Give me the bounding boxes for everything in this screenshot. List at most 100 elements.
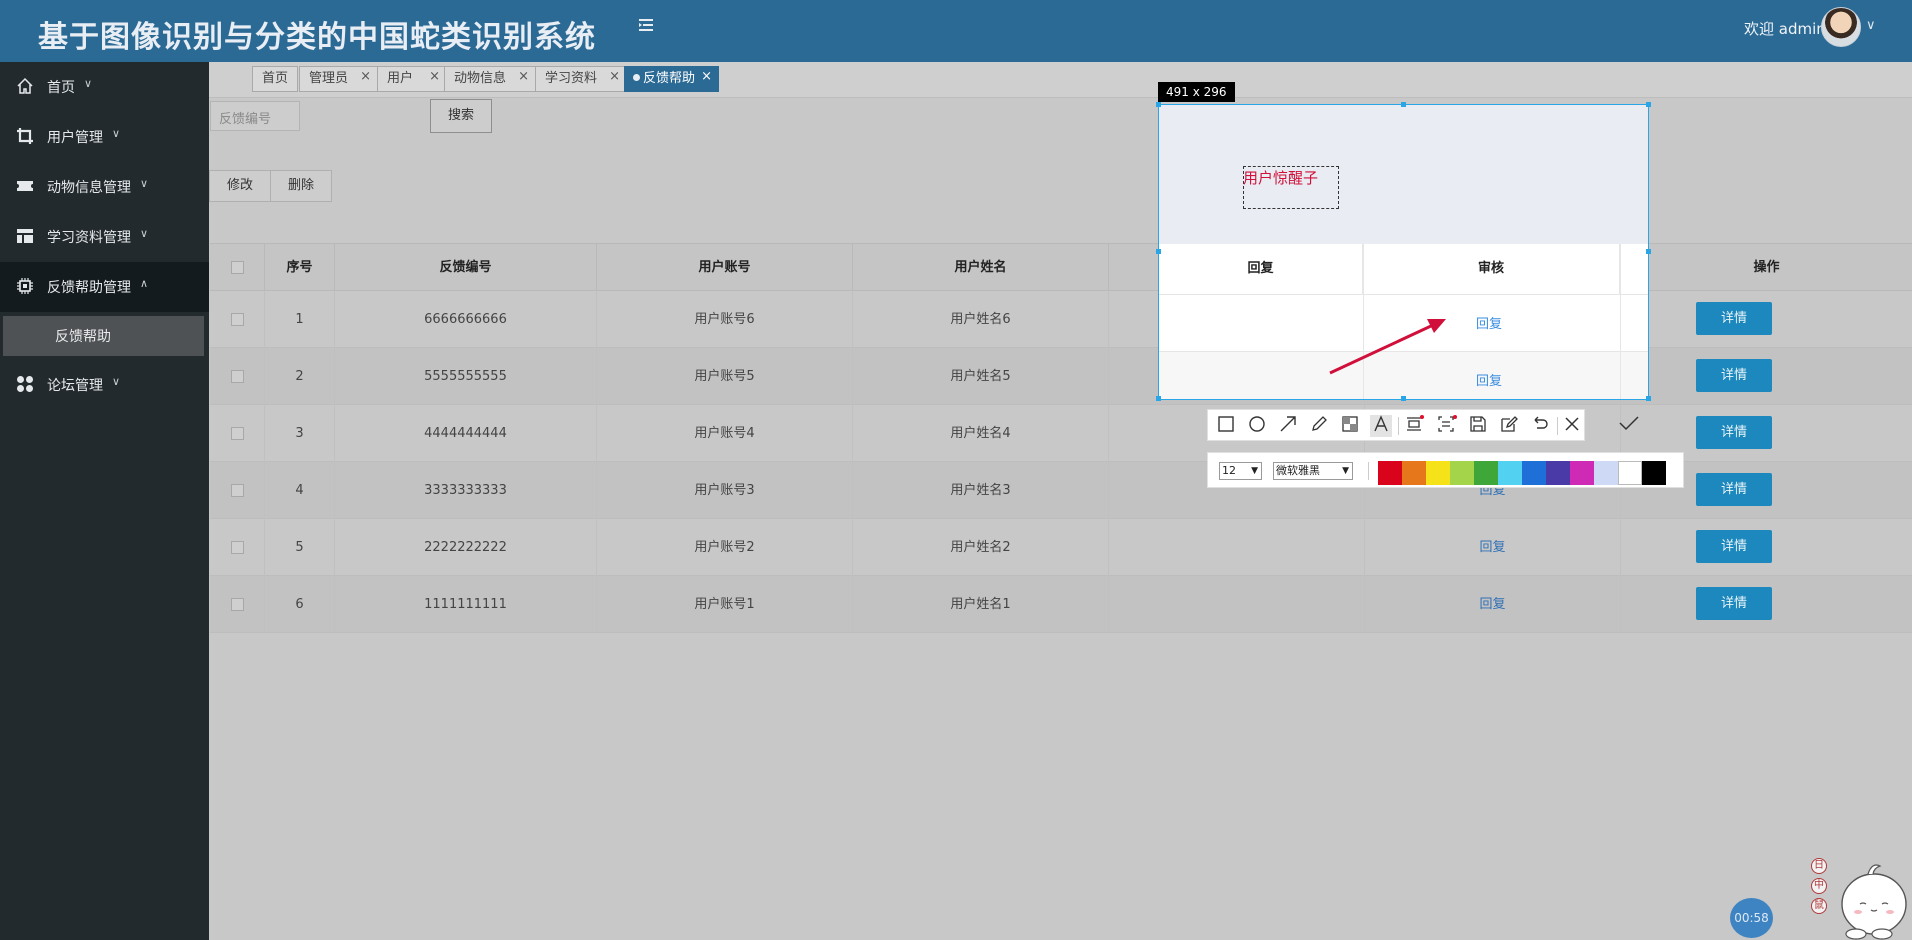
save-icon[interactable] — [1467, 415, 1489, 437]
pin-icon[interactable] — [1404, 415, 1426, 437]
pen-icon[interactable] — [1308, 415, 1330, 437]
avatar[interactable] — [1821, 7, 1861, 47]
detail-button[interactable]: 详情 — [1696, 302, 1772, 335]
close-icon[interactable]: × — [518, 65, 529, 89]
color-swatch[interactable] — [1498, 461, 1522, 485]
sidebar-item-study[interactable]: 学习资料管理 ∨ — [0, 212, 209, 262]
detail-button[interactable]: 详情 — [1696, 416, 1772, 449]
table-row: 6 1111111111 用户账号1 用户姓名1 回复 详情 — [210, 576, 1912, 633]
tab-admin[interactable]: 管理员 × — [299, 66, 378, 92]
chip-icon — [17, 278, 33, 294]
edit-icon[interactable] — [1498, 415, 1520, 437]
edit-button[interactable]: 修改 — [209, 170, 271, 202]
feedback-code-search-input[interactable]: 反馈编号 — [210, 101, 300, 131]
crop-icon — [17, 128, 33, 144]
color-swatch[interactable] — [1546, 461, 1570, 485]
resize-handle[interactable] — [1156, 396, 1161, 401]
screenshot-capture-region[interactable]: 用户惊醒子 回复 审核 回复 回复 — [1158, 104, 1649, 400]
resize-handle[interactable] — [1401, 102, 1406, 107]
row-checkbox[interactable] — [230, 598, 244, 611]
capture-toolbar — [1207, 409, 1585, 441]
resize-handle[interactable] — [1646, 249, 1651, 254]
color-swatch[interactable] — [1378, 461, 1402, 485]
detail-button[interactable]: 详情 — [1696, 587, 1772, 620]
row-checkbox[interactable] — [230, 370, 244, 383]
sidebar-item-home[interactable]: 首页 ∨ — [0, 62, 209, 112]
row-checkbox[interactable] — [230, 427, 244, 440]
tab-animal[interactable]: 动物信息 × — [444, 66, 536, 92]
color-swatch[interactable] — [1642, 461, 1666, 485]
sidebar-subitem-label: 反馈帮助 — [55, 329, 111, 345]
ellipse-icon[interactable] — [1246, 415, 1268, 437]
detail-button[interactable]: 详情 — [1696, 530, 1772, 563]
close-icon[interactable] — [1561, 415, 1583, 437]
toolbar-divider — [1557, 417, 1558, 435]
column-header: 操作 — [1753, 260, 1780, 275]
close-icon[interactable]: × — [360, 65, 371, 89]
action-cell: 详情 — [1621, 291, 1912, 348]
sidebar-item-feedback[interactable]: 反馈帮助管理 ∧ — [0, 262, 209, 312]
column-header: 用户姓名 — [853, 244, 1109, 292]
rectangle-icon[interactable] — [1215, 415, 1237, 437]
resize-handle[interactable] — [1156, 102, 1161, 107]
color-swatch[interactable] — [1594, 461, 1618, 485]
row-select-cell — [210, 291, 265, 348]
delete-button[interactable]: 删除 — [270, 170, 332, 202]
sidebar-subitem-feedback[interactable]: 反馈帮助 — [3, 316, 204, 356]
chevron-down-icon[interactable]: ∨ — [1866, 18, 1876, 33]
reply-link[interactable]: 回复 — [1479, 597, 1505, 612]
tab-feedback[interactable]: 反馈帮助 × — [624, 66, 719, 92]
resize-handle[interactable] — [1401, 396, 1406, 401]
resize-handle[interactable] — [1156, 249, 1161, 254]
color-swatch[interactable] — [1450, 461, 1474, 485]
search-button[interactable]: 搜索 — [430, 99, 492, 133]
text-icon[interactable] — [1370, 415, 1392, 437]
row-checkbox[interactable] — [230, 313, 244, 326]
day-icon[interactable]: 日 — [1811, 858, 1827, 874]
reply-link[interactable]: 回复 — [1479, 540, 1505, 555]
row-checkbox[interactable] — [230, 484, 244, 497]
detail-button[interactable]: 详情 — [1696, 359, 1772, 392]
toolbar-divider — [1368, 462, 1369, 480]
sidebar-item-forum[interactable]: 论坛管理 ∨ — [0, 360, 209, 410]
close-icon[interactable]: × — [701, 65, 712, 89]
sidebar-item-animals[interactable]: 动物信息管理 ∨ — [0, 162, 209, 212]
mosaic-icon[interactable] — [1339, 415, 1361, 437]
font-family-select[interactable]: 微软雅黑 ▼ — [1273, 462, 1353, 480]
color-swatch[interactable] — [1474, 461, 1498, 485]
select-all-checkbox[interactable] — [230, 261, 244, 274]
column-header: 反馈编号 — [335, 244, 597, 292]
table-cell-code: 3333333333 — [335, 462, 597, 519]
ocr-icon[interactable] — [1436, 415, 1458, 437]
tab-user[interactable]: 用户 × — [377, 66, 447, 92]
color-swatch[interactable] — [1618, 461, 1642, 485]
arrow-icon[interactable] — [1277, 415, 1299, 437]
mascot-icon[interactable] — [1838, 842, 1908, 940]
arrow-annotation[interactable] — [1159, 105, 1649, 400]
hamburger-icon[interactable] — [634, 16, 658, 40]
confirm-icon[interactable] — [1618, 414, 1640, 436]
row-checkbox[interactable] — [230, 541, 244, 554]
chinese-input-icon[interactable]: 中 — [1811, 878, 1827, 894]
undo-icon[interactable] — [1529, 415, 1551, 437]
sidebar-item-label: 首页 — [47, 80, 75, 96]
resize-handle[interactable] — [1646, 396, 1651, 401]
timer-badge[interactable]: 00:58 — [1730, 898, 1773, 938]
tab-home[interactable]: 首页 — [252, 66, 298, 92]
close-icon[interactable]: × — [609, 65, 620, 89]
close-icon[interactable]: × — [429, 65, 440, 89]
color-swatch[interactable] — [1522, 461, 1546, 485]
mouse-icon[interactable]: 鼠 — [1811, 898, 1827, 914]
row-select-cell — [210, 519, 265, 576]
color-swatch[interactable] — [1426, 461, 1450, 485]
capture-properties-bar: 12 ▼ 微软雅黑 ▼ — [1207, 452, 1684, 488]
toolbar-divider — [1398, 417, 1399, 435]
detail-button[interactable]: 详情 — [1696, 473, 1772, 506]
sidebar-item-users[interactable]: 用户管理 ∨ — [0, 112, 209, 162]
tab-study[interactable]: 学习资料 × — [535, 66, 627, 92]
color-swatch[interactable] — [1570, 461, 1594, 485]
resize-handle[interactable] — [1646, 102, 1651, 107]
color-swatch[interactable] — [1402, 461, 1426, 485]
font-size-select[interactable]: 12 ▼ — [1219, 462, 1262, 480]
table-cell-code: 1111111111 — [335, 576, 597, 633]
